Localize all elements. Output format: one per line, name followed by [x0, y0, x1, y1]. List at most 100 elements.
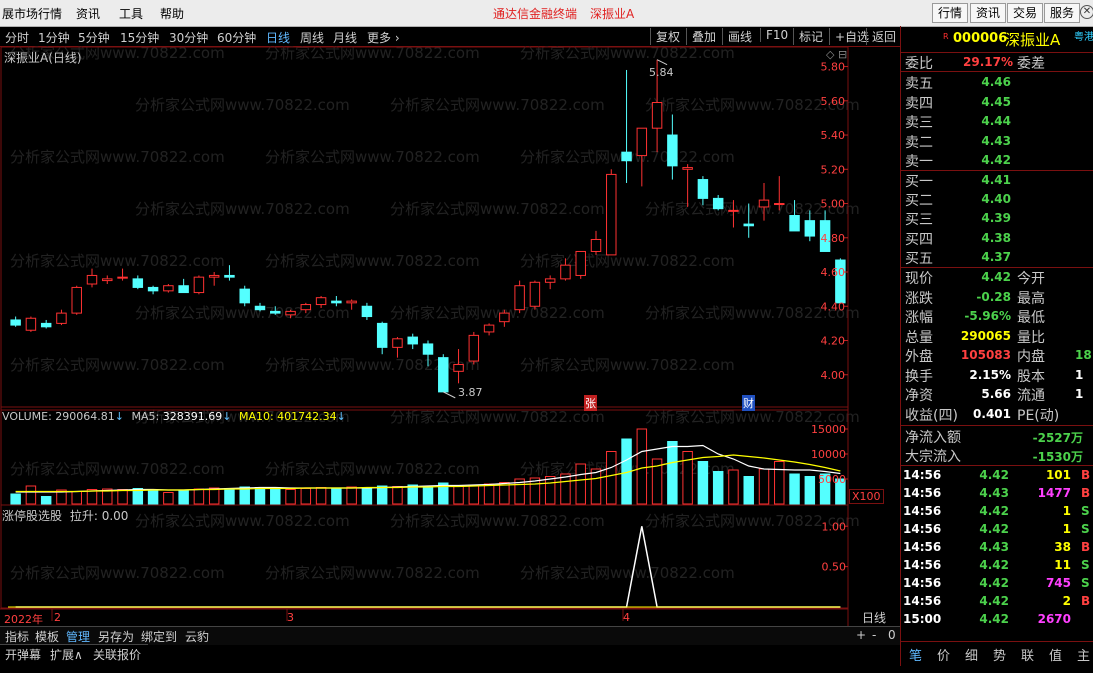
candle-body: [56, 312, 67, 324]
watermark-text: 分析家公式网www.70822.com: [265, 252, 480, 270]
period-more[interactable]: 更多 ›: [367, 29, 400, 46]
volume-bar: [712, 471, 724, 505]
trade-time: 15:00: [903, 612, 942, 626]
detail-tab[interactable]: 联: [1021, 645, 1034, 664]
stock-badge: R: [943, 32, 949, 41]
volume-bar: [270, 488, 281, 505]
overlay-button[interactable]: 叠加: [686, 28, 716, 45]
service-button[interactable]: 服务: [1044, 3, 1080, 23]
tab-cloud[interactable]: 云豹: [185, 628, 209, 645]
tab-template[interactable]: 模板: [35, 628, 59, 645]
bid-price: 4.41: [981, 173, 1011, 187]
candle-body: [636, 127, 648, 157]
zoom-in-button[interactable]: +: [856, 628, 866, 642]
low-marker: [443, 391, 456, 399]
detail-tab[interactable]: 主: [1077, 645, 1090, 664]
period-weekly[interactable]: 周线: [300, 29, 324, 46]
period-5min[interactable]: 5分钟: [78, 29, 110, 46]
bid-price: 4.40: [981, 192, 1011, 207]
close-icon[interactable]: ✕: [1080, 5, 1093, 19]
trade-price: 4.42: [979, 522, 1009, 536]
draw-button[interactable]: 画线: [722, 28, 752, 45]
candle-body: [422, 343, 434, 355]
trade-volume: 2670: [1037, 612, 1071, 626]
period-toolbar: 分时 1分钟 5分钟 15分钟 30分钟 60分钟 日线 周线 月线 更多 › …: [0, 26, 900, 47]
watermark-text: 分析家公式网www.70822.com: [10, 460, 225, 478]
indicator-name[interactable]: 涨停股选股: [2, 509, 62, 523]
arrow-down-icon: ↓: [114, 410, 124, 423]
candle-body: [789, 215, 800, 232]
volume-bar: [590, 468, 602, 505]
period-15min[interactable]: 15分钟: [120, 29, 159, 46]
zoom-out-button[interactable]: -: [872, 628, 876, 642]
candle-body: [774, 203, 785, 206]
stock-header: R 000006 深振业A 粤港: [901, 26, 1093, 53]
detail-tab[interactable]: 细: [965, 645, 978, 664]
detail-tab[interactable]: 笔: [909, 645, 922, 664]
candle-body: [40, 322, 52, 328]
menu-news[interactable]: 资讯: [76, 5, 100, 22]
volume-header: VOLUME: 290064.81↓ MA5: 328391.69↓ MA10:…: [2, 410, 346, 423]
quote-label: 流通: [1017, 388, 1045, 404]
stock-name: 深振业A: [1005, 31, 1061, 49]
trade-button[interactable]: 交易: [1007, 3, 1043, 23]
detail-tab[interactable]: 价: [937, 645, 950, 664]
expand-button[interactable]: 扩展∧: [50, 646, 83, 663]
volume-bar: [346, 486, 357, 505]
fuquan-button[interactable]: 复权: [650, 28, 680, 45]
add-favorite-button[interactable]: +自选: [829, 28, 869, 45]
event-tag-cai[interactable]: 财: [742, 395, 755, 411]
trade-price: 4.42: [979, 558, 1009, 572]
trade-side: S: [1081, 504, 1090, 518]
zoom-reset-button[interactable]: 0: [888, 628, 896, 642]
quote-value: 18: [1075, 348, 1092, 362]
price-tick-label: 5.00: [821, 198, 846, 211]
detail-tab[interactable]: 势: [993, 645, 1006, 664]
f10-button[interactable]: F10: [760, 28, 788, 42]
news-button[interactable]: 资讯: [970, 3, 1006, 23]
divider: [901, 425, 1093, 426]
ratio-label: 委比: [905, 56, 933, 72]
mark-button[interactable]: 标记: [793, 28, 823, 45]
watermark-text: 分析家公式网www.70822.com: [520, 356, 735, 374]
period-30min[interactable]: 30分钟: [169, 29, 208, 46]
kline-chart-area[interactable]: 分析家公式网www.70822.com 分析家公式网www.70822.com 分析…: [0, 46, 900, 628]
detail-tab[interactable]: 值: [1049, 645, 1062, 664]
volume-tick-label: 15000: [811, 423, 846, 436]
menu-market[interactable]: 展市场行情: [2, 5, 62, 22]
tab-manage[interactable]: 管理: [66, 628, 90, 645]
danmu-button[interactable]: 开弹幕: [5, 646, 41, 663]
hq-button[interactable]: 行情: [932, 3, 968, 23]
menu-help[interactable]: 帮助: [160, 5, 184, 22]
tab-save-as[interactable]: 另存为: [98, 628, 134, 645]
trade-price: 4.42: [979, 468, 1009, 482]
indicator-label: 拉升:: [69, 509, 98, 523]
tab-bind[interactable]: 绑定到: [141, 628, 177, 645]
related-quote-button[interactable]: 关联报价: [93, 646, 141, 663]
candle-body: [10, 319, 21, 326]
candle-body: [270, 310, 281, 314]
trade-price: 4.42: [979, 576, 1009, 590]
period-60min[interactable]: 60分钟: [217, 29, 256, 46]
kline-chart[interactable]: 分析家公式网www.70822.com 分析家公式网www.70822.com 分析…: [0, 46, 900, 628]
trade-volume: 1: [1062, 504, 1071, 518]
candle-body: [376, 322, 388, 348]
candle-body: [254, 305, 266, 311]
menu-tools[interactable]: 工具: [119, 5, 143, 22]
volume-bar: [636, 428, 648, 505]
period-daily[interactable]: 日线: [266, 29, 290, 46]
event-tag-zhang[interactable]: 张: [584, 395, 597, 411]
quote-label: 收益(四): [905, 407, 958, 424]
chart-option-icons[interactable]: ◇ ⊟: [826, 48, 847, 61]
bid-label: 买三: [905, 212, 933, 229]
grid: [0, 46, 849, 626]
period-fenshi[interactable]: 分时: [5, 29, 29, 46]
tab-indicator[interactable]: 指标: [5, 628, 29, 645]
period-monthly[interactable]: 月线: [333, 29, 357, 46]
volume-bar: [575, 463, 586, 505]
back-button[interactable]: 返回: [866, 28, 896, 45]
ask-price: 4.42: [981, 153, 1011, 167]
quote-label: 最低: [1017, 310, 1045, 326]
time-label-apr: 4: [623, 611, 630, 624]
period-1min[interactable]: 1分钟: [38, 29, 70, 46]
